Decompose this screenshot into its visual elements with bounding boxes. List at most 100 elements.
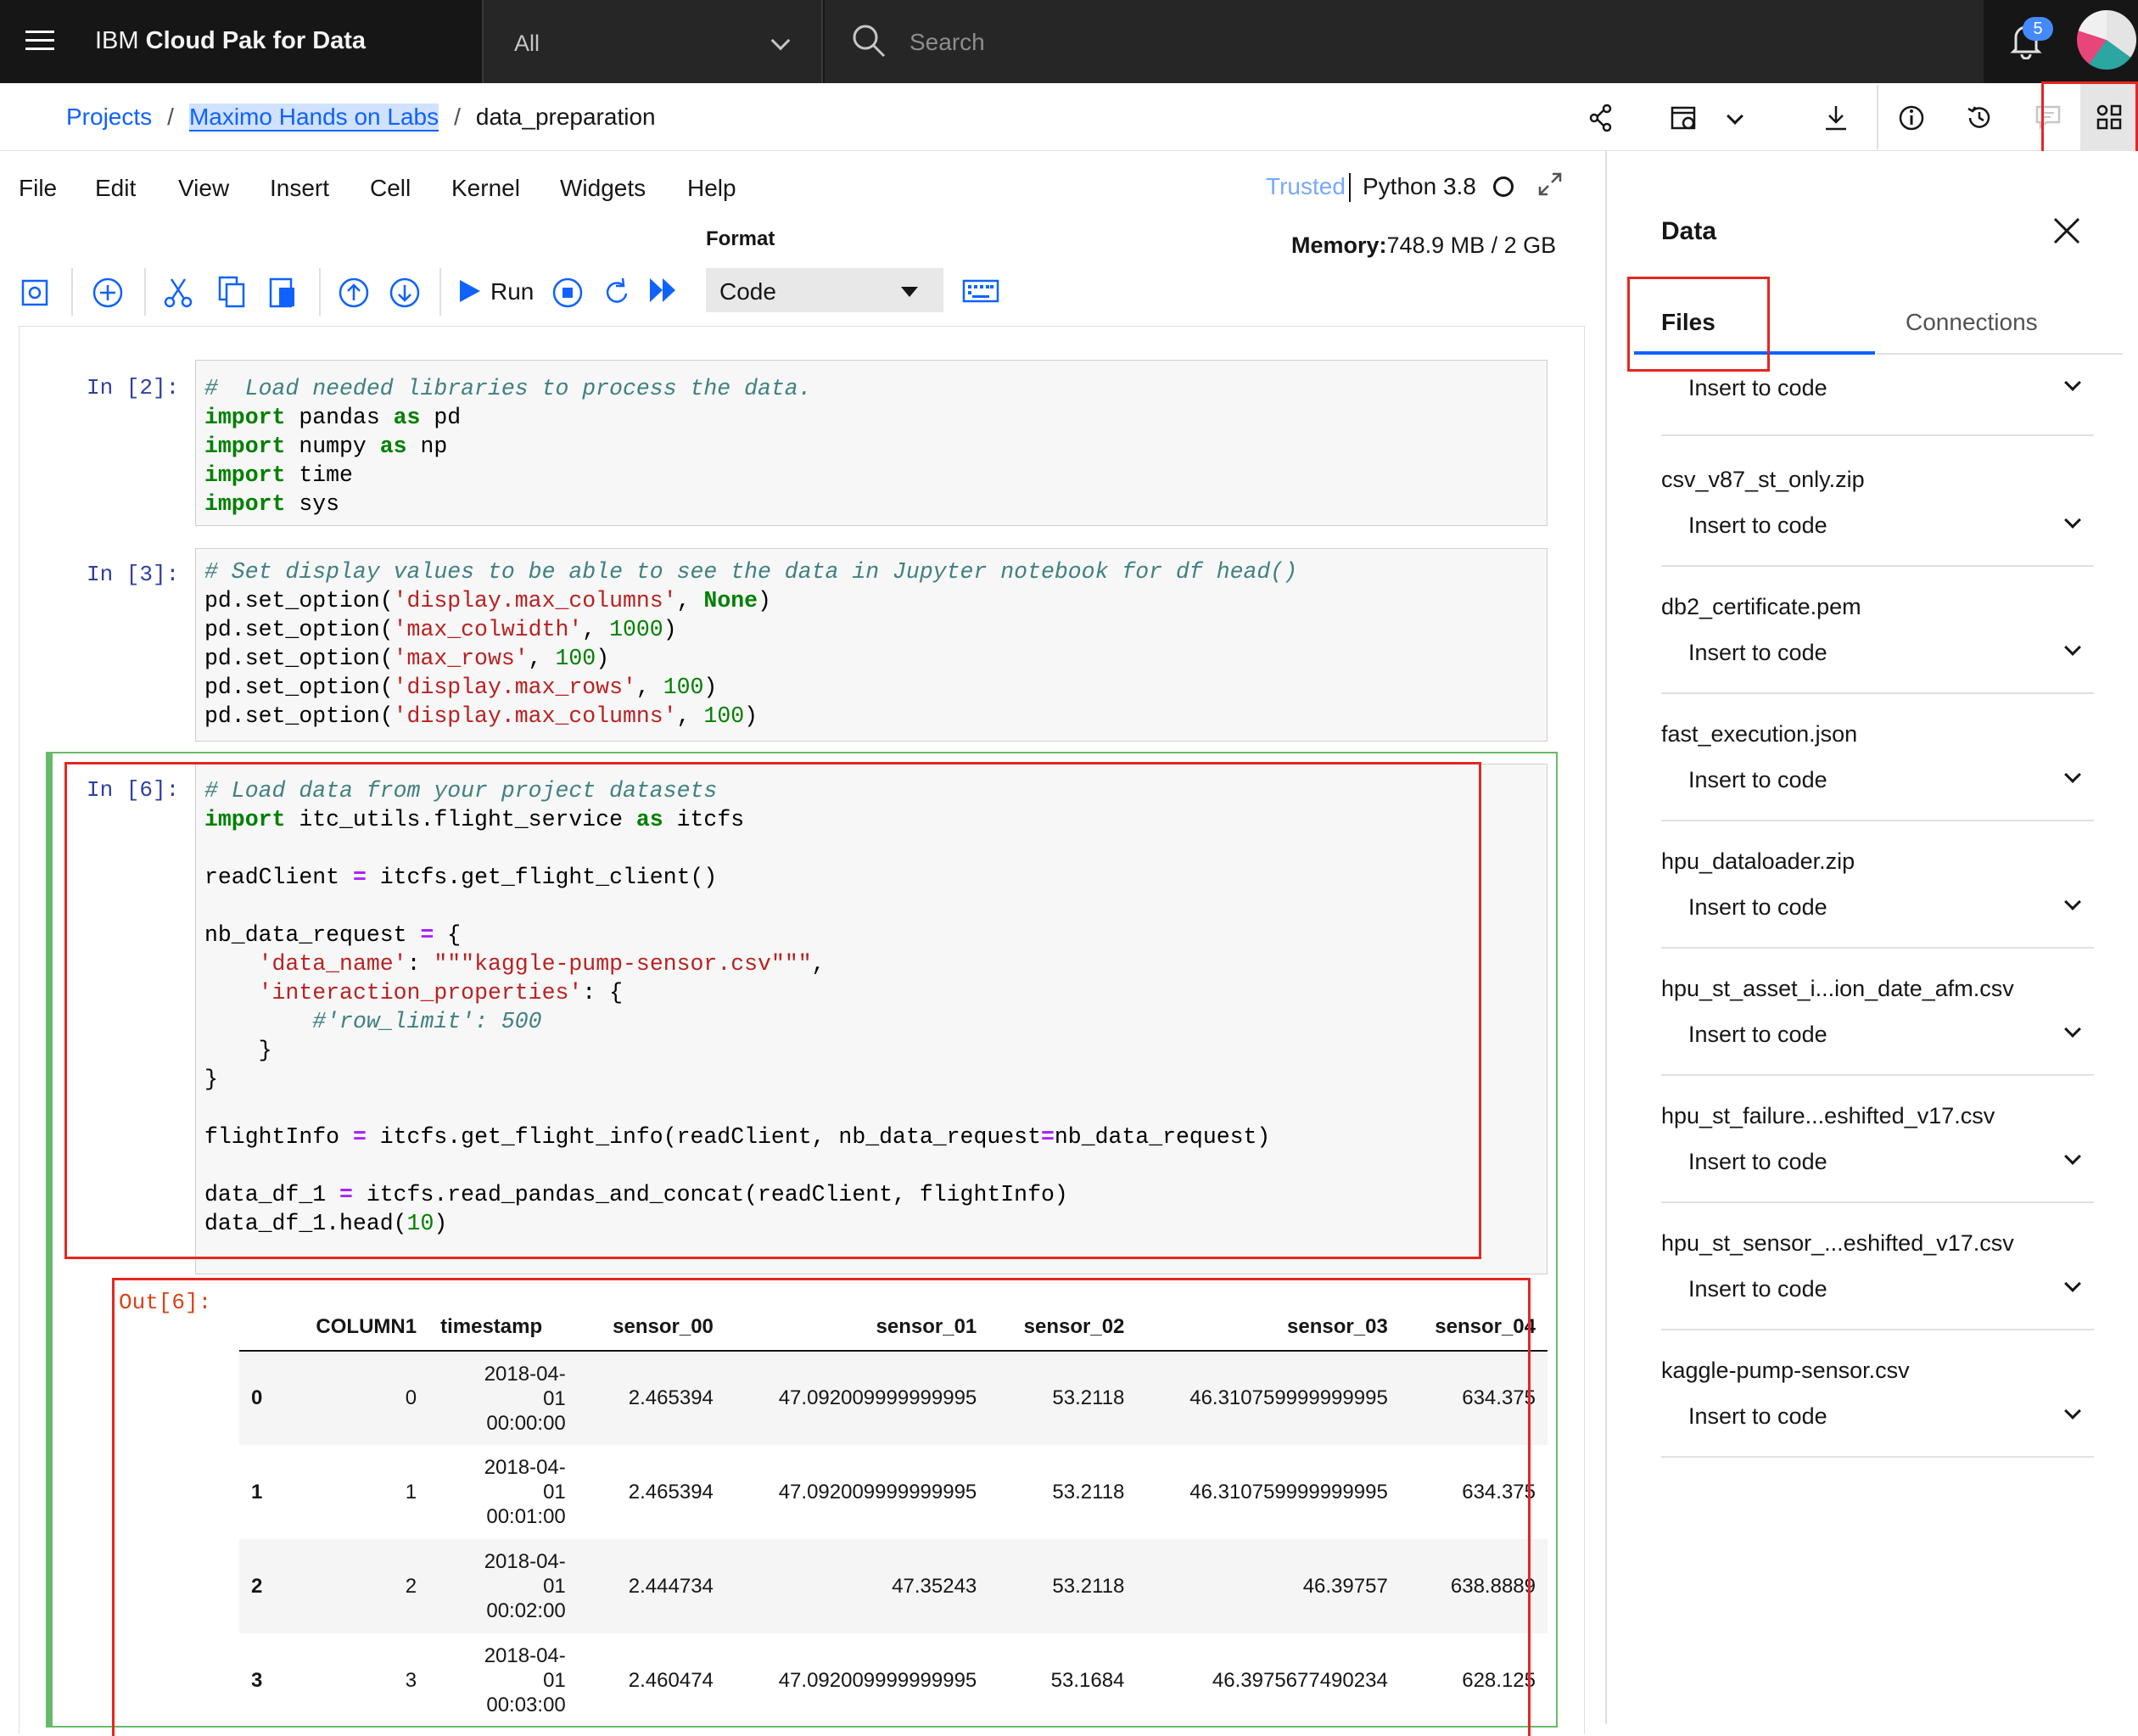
breadcrumb-projects[interactable]: Projects (66, 104, 152, 130)
search-icon (853, 25, 886, 58)
file-name[interactable]: fast_execution.json (1661, 721, 1857, 748)
cell-type-select[interactable]: Code (706, 268, 943, 312)
file-name[interactable]: hpu_dataloader.zip (1661, 848, 1855, 875)
global-search-input[interactable]: Search (825, 0, 1984, 83)
insert-to-code-dropdown[interactable]: Insert to code (1688, 1276, 1827, 1302)
code-editor[interactable]: # Load needed libraries to process the d… (204, 374, 812, 518)
breadcrumb: Projects / Maximo Hands on Labs / data_prepa… (66, 104, 656, 132)
insert-to-code-dropdown[interactable]: Insert to code (1688, 1022, 1827, 1048)
notification-badge: 5 (2023, 17, 2053, 41)
download-icon[interactable] (1822, 104, 1850, 132)
menu-kernel[interactable]: Kernel (451, 175, 520, 202)
code-token: 100 (663, 675, 704, 700)
code-line: pd.set_option('display.max_columns', 100… (204, 702, 1297, 731)
code-editor[interactable]: # Set display values to be able to see t… (204, 557, 1297, 731)
add-cell-icon[interactable] (92, 277, 124, 309)
menu-help[interactable]: Help (687, 175, 736, 202)
file-item: hpu_st_sensor_...eshifted_v17.csv Insert … (1661, 1203, 2094, 1330)
tab-connections-label: Connections (1906, 309, 2038, 335)
insert-to-code-dropdown[interactable]: Insert to code (1688, 640, 1827, 666)
cell-type-value: Code (719, 278, 776, 305)
information-icon[interactable] (1897, 104, 1926, 132)
file-name[interactable]: hpu_st_failure...eshifted_v17.csv (1661, 1103, 1995, 1129)
code-cell[interactable]: # Set display values to be able to see t… (195, 548, 1548, 742)
menu-edit[interactable]: Edit (95, 175, 136, 202)
chevron-down-icon[interactable] (2064, 1275, 2081, 1292)
chevron-down-icon[interactable] (2064, 766, 2081, 783)
selected-cell-indicator (46, 752, 53, 1728)
chevron-down-icon[interactable] (2064, 893, 2081, 910)
code-line: import sys (204, 490, 812, 518)
share-icon[interactable] (1588, 104, 1614, 132)
chevron-down-icon[interactable] (2064, 512, 2081, 529)
insert-to-code-dropdown[interactable]: Insert to code (1688, 1149, 1827, 1175)
insert-to-code-dropdown[interactable]: Insert to code (1688, 375, 1827, 401)
code-token: pd.set_option( (204, 646, 394, 671)
code-line: pd.set_option('display.max_columns', Non… (204, 586, 1297, 615)
menu-insert[interactable]: Insert (270, 175, 329, 202)
copy-icon[interactable] (217, 275, 246, 309)
code-cell[interactable]: # Load needed libraries to process the d… (195, 360, 1548, 526)
run-label[interactable]: Run (490, 278, 534, 305)
menu-cell[interactable]: Cell (370, 175, 411, 202)
chevron-down-icon (770, 31, 791, 51)
tab-connections[interactable]: Connections (1877, 295, 2123, 355)
code-token: , (676, 703, 704, 729)
code-token: pd.set_option( (204, 703, 394, 729)
close-icon[interactable] (2051, 216, 2082, 246)
insert-to-code-dropdown[interactable]: Insert to code (1688, 894, 1827, 921)
hamburger-menu-icon[interactable] (25, 31, 54, 53)
breadcrumb-notebook: data_preparation (475, 104, 656, 130)
menu-file[interactable]: File (19, 175, 57, 202)
insert-to-code-dropdown[interactable]: Insert to code (1688, 1403, 1827, 1430)
memory-label: Memory: (1291, 232, 1387, 258)
run-all-icon[interactable] (648, 277, 679, 304)
schedule-job-icon[interactable] (1670, 104, 1699, 132)
code-line: pd.set_option('display.max_rows', 100) (204, 673, 1297, 702)
version-history-icon[interactable] (1965, 104, 1994, 132)
code-token: numpy (285, 434, 380, 459)
user-avatar[interactable] (2077, 10, 2136, 70)
chevron-down-icon[interactable] (2064, 1403, 2081, 1420)
keyboard-shortcuts-icon[interactable] (962, 278, 999, 304)
scope-value: All (514, 31, 540, 56)
menu-view[interactable]: View (178, 175, 229, 202)
code-token: 'display.max_columns' (393, 588, 677, 613)
move-up-icon[interactable] (338, 277, 370, 309)
chevron-down-icon[interactable] (2064, 1021, 2081, 1038)
chevron-down-icon[interactable] (2064, 639, 2081, 656)
kernel-name[interactable]: Python 3.8 (1363, 173, 1476, 200)
file-item: fast_execution.json Insert to code (1661, 694, 2094, 821)
insert-to-code-dropdown[interactable]: Insert to code (1688, 767, 1827, 793)
code-token: import (204, 434, 286, 459)
expand-icon[interactable] (1537, 171, 1563, 197)
restart-icon[interactable] (602, 277, 633, 309)
chevron-down-icon[interactable] (2064, 1148, 2081, 1165)
insert-to-code-dropdown[interactable]: Insert to code (1688, 512, 1827, 539)
kernel-idle-icon (1493, 176, 1514, 197)
panel-title: Data (1661, 217, 1717, 245)
file-name[interactable]: db2_certificate.pem (1661, 594, 1861, 620)
paste-icon[interactable] (268, 275, 297, 309)
product-name[interactable]: IBM Cloud Pak for Data (95, 27, 366, 55)
search-placeholder: Search (909, 29, 985, 55)
file-name[interactable]: hpu_st_sensor_...eshifted_v17.csv (1661, 1230, 2014, 1257)
cell-prompt: In [3]: (87, 562, 180, 587)
menu-widgets[interactable]: Widgets (560, 175, 646, 202)
cut-icon[interactable] (161, 277, 195, 309)
code-token: # Load needed libraries to process the d… (204, 376, 812, 401)
file-name[interactable]: kaggle-pump-sensor.csv (1661, 1358, 1910, 1384)
code-token: pd.set_option( (204, 588, 394, 613)
code-token: 'max_rows' (393, 646, 529, 671)
trusted-indicator[interactable]: Trusted (1266, 173, 1346, 200)
stop-icon[interactable] (551, 277, 584, 309)
chevron-down-icon[interactable] (2064, 374, 2081, 391)
code-token: , (582, 617, 610, 642)
breadcrumb-project[interactable]: Maximo Hands on Labs (188, 104, 439, 132)
save-icon[interactable] (20, 278, 49, 307)
scope-dropdown[interactable]: All (482, 0, 823, 83)
file-item: hpu_st_failure...eshifted_v17.csv Insert … (1661, 1076, 2094, 1203)
move-down-icon[interactable] (389, 277, 421, 309)
file-name[interactable]: csv_v87_st_only.zip (1661, 467, 1865, 493)
file-name[interactable]: hpu_st_asset_i...ion_date_afm.csv (1661, 976, 2014, 1002)
